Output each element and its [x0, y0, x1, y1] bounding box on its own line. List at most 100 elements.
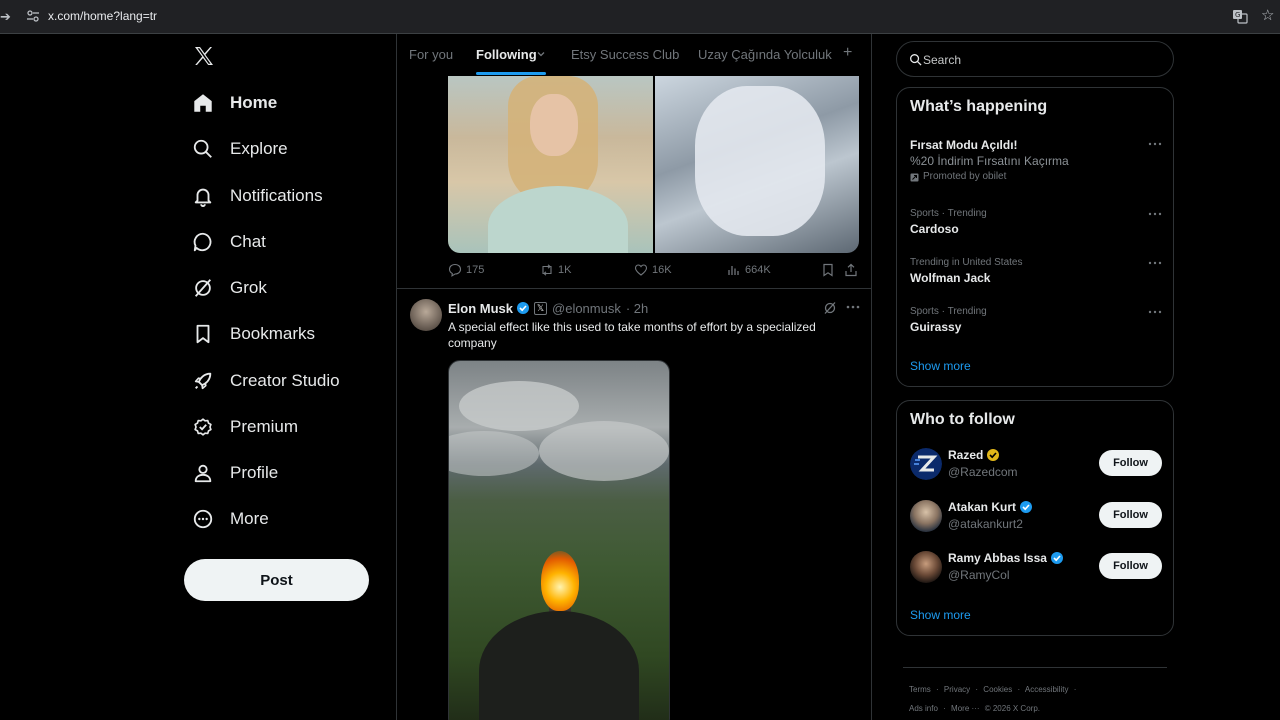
show-more-link[interactable]: Show more	[910, 608, 971, 622]
tab-following[interactable]: Following	[476, 47, 537, 62]
footer-link-privacy[interactable]: Privacy	[944, 685, 970, 694]
nav-bookmarks[interactable]: Bookmarks	[184, 312, 384, 356]
more-options-icon[interactable]	[1148, 209, 1162, 219]
user-name: Atakan Kurt	[948, 500, 1033, 514]
nav-grok[interactable]: Grok	[184, 266, 384, 310]
back-arrow-icon[interactable]: ➔	[0, 9, 11, 25]
nav-creator-studio[interactable]: Creator Studio	[184, 359, 384, 403]
nav-label: Grok	[230, 278, 267, 297]
address-bar[interactable]: x.com/home?lang=tr	[48, 9, 157, 23]
timeline: For you Following Etsy Success Club Uzay…	[396, 34, 872, 720]
x-logo-icon[interactable]	[192, 44, 216, 68]
footer-link-ads-info[interactable]: Ads info	[909, 704, 938, 713]
footer-links: Ads info · More ··· © 2026 X Corp.	[909, 704, 1040, 713]
tab-etsy-success-club[interactable]: Etsy Success Club	[571, 47, 679, 62]
tweet-time[interactable]: · 2h	[626, 301, 648, 316]
svg-text:G: G	[1235, 11, 1240, 19]
views-chart-icon	[728, 266, 739, 275]
promoted-trend[interactable]: Fırsat Modu Açıldı! %20 İndirim Fırsatın…	[910, 137, 1162, 184]
tab-uzay-caginda-yolculuk[interactable]: Uzay Çağında Yolculuk	[698, 47, 832, 62]
previous-tweet-media[interactable]	[448, 76, 859, 253]
more-options-icon[interactable]	[845, 300, 861, 314]
media-image[interactable]	[654, 76, 859, 253]
avatar[interactable]	[910, 551, 942, 583]
add-tab-icon[interactable]: +	[843, 44, 852, 62]
footer-links: Terms · Privacy · Cookies · Accessibilit…	[909, 685, 1077, 694]
trend-name: Fırsat Modu Açıldı!	[910, 138, 1018, 152]
home-icon	[194, 94, 212, 112]
trend-item[interactable]: Sports · Trending Guirassy	[910, 305, 1162, 335]
whats-happening-panel: What’s happening Fırsat Modu Açıldı! %20…	[896, 87, 1174, 387]
nav-premium[interactable]: Premium	[184, 405, 384, 449]
search-icon	[193, 139, 212, 158]
chevron-down-icon[interactable]	[536, 49, 546, 59]
user-name: Razed	[948, 448, 1000, 462]
verified-gold-badge-icon	[987, 449, 1000, 461]
post-button[interactable]: Post	[184, 559, 369, 601]
nav-label: Bookmarks	[230, 324, 316, 343]
follow-button[interactable]: Follow	[1099, 553, 1162, 579]
avatar[interactable]	[910, 448, 942, 480]
footer-link-terms[interactable]: Terms	[909, 685, 931, 694]
reply-button[interactable]: 175	[448, 263, 484, 277]
heart-icon	[634, 264, 648, 276]
follow-suggestion[interactable]: Ramy Abbas Issa @RamyCol Follow	[910, 551, 1162, 587]
nav-more[interactable]: More	[184, 497, 384, 541]
nav-label: Profile	[230, 463, 279, 482]
trend-item[interactable]: Trending in United States Wolfman Jack	[910, 256, 1162, 286]
nav-chat[interactable]: Chat	[184, 220, 384, 264]
nav-notifications[interactable]: Notifications	[184, 174, 384, 218]
like-count: 16K	[652, 264, 672, 276]
user-handle: @RamyCol	[948, 568, 1010, 582]
verified-badge-icon	[1020, 501, 1033, 513]
trend-name: Cardoso	[910, 222, 959, 236]
nav-label: More	[230, 509, 269, 528]
grok-icon	[194, 279, 212, 297]
bookmark-icon[interactable]	[821, 263, 835, 277]
share-icon[interactable]	[844, 263, 858, 277]
show-more-link[interactable]: Show more	[910, 359, 971, 373]
nav-explore[interactable]: Explore	[184, 127, 384, 171]
nav-profile[interactable]: Profile	[184, 451, 384, 495]
follow-suggestion[interactable]: Atakan Kurt @atakankurt2 Follow	[910, 500, 1162, 536]
more-options-icon[interactable]	[1148, 258, 1162, 268]
media-image[interactable]	[448, 76, 653, 253]
follow-button[interactable]: Follow	[1099, 502, 1162, 528]
verified-badge-icon	[1050, 552, 1063, 564]
like-button[interactable]: 16K	[634, 263, 672, 277]
avatar[interactable]	[910, 500, 942, 532]
tweet-header: Elon Musk 𝕏 @elonmusk · 2h	[448, 300, 648, 316]
translate-icon[interactable]: G	[1232, 8, 1248, 24]
repost-count: 1K	[558, 264, 572, 276]
nav-home[interactable]: Home	[184, 81, 384, 125]
site-settings-icon[interactable]	[26, 9, 40, 23]
tweet-divider	[397, 288, 871, 289]
grok-icon[interactable]	[823, 301, 837, 315]
nav-label: Premium	[230, 417, 299, 436]
tweet-video[interactable]	[448, 360, 670, 720]
more-options-icon[interactable]	[1148, 307, 1162, 317]
footer-divider	[903, 667, 1167, 668]
follow-suggestion[interactable]: Razed @Razedcom Follow	[910, 448, 1162, 484]
promoted-label: Promoted by obilet	[910, 170, 1162, 184]
author-handle[interactable]: @elonmusk	[552, 301, 621, 316]
footer-copyright: © 2026 X Corp.	[984, 704, 1040, 713]
nav-label: Notifications	[230, 186, 323, 205]
search-input[interactable]	[923, 51, 1153, 69]
repost-button[interactable]: 1K	[540, 263, 571, 277]
more-options-icon[interactable]	[1148, 139, 1162, 149]
tweet-actions: 175 1K 16K 664K	[448, 263, 859, 279]
tab-for-you[interactable]: For you	[409, 47, 453, 62]
avatar[interactable]	[410, 299, 442, 331]
author-name[interactable]: Elon Musk	[448, 301, 513, 316]
trend-item[interactable]: Sports · Trending Cardoso	[910, 207, 1162, 237]
footer-link-cookies[interactable]: Cookies	[983, 685, 1012, 694]
follow-button[interactable]: Follow	[1099, 450, 1162, 476]
views-button[interactable]: 664K	[727, 263, 771, 277]
search-box[interactable]	[896, 41, 1174, 77]
footer-link-more[interactable]: More ···	[951, 704, 979, 713]
trend-meta: Trending in United States	[910, 257, 1023, 268]
who-to-follow-panel: Who to follow Razed @Razedcom Follow Ata…	[896, 400, 1174, 636]
bookmark-star-icon[interactable]: ☆	[1261, 6, 1274, 24]
footer-link-accessibility[interactable]: Accessibility	[1025, 685, 1069, 694]
